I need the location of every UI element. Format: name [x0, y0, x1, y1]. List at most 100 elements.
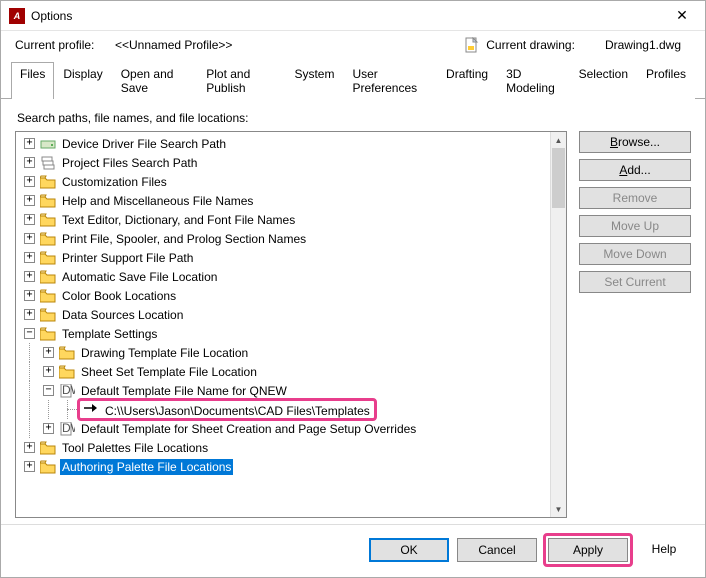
- expand-icon[interactable]: +: [24, 195, 35, 206]
- drawing-icon: [464, 37, 480, 53]
- move-up-button[interactable]: Move Up: [579, 215, 691, 237]
- tab-profiles[interactable]: Profiles: [637, 62, 695, 99]
- folder-icon: [40, 232, 56, 246]
- tree-row[interactable]: + Device Driver File Search Path: [20, 134, 550, 153]
- tab-selection[interactable]: Selection: [570, 62, 637, 99]
- remove-button[interactable]: Remove: [579, 187, 691, 209]
- scroll-thumb[interactable]: [552, 148, 565, 208]
- tree-row[interactable]: + Customization Files: [20, 172, 550, 191]
- expand-icon[interactable]: +: [24, 252, 35, 263]
- collapse-icon[interactable]: −: [43, 385, 54, 396]
- tree-view[interactable]: + Device Driver File Search Path + Project …: [15, 131, 567, 518]
- expand-icon[interactable]: +: [24, 138, 35, 149]
- scroll-down-icon[interactable]: ▼: [551, 501, 566, 517]
- tab-strip: FilesDisplayOpen and SavePlot and Publis…: [1, 61, 705, 99]
- expand-icon[interactable]: +: [24, 271, 35, 282]
- tab-plot-and-publish[interactable]: Plot and Publish: [197, 62, 285, 99]
- tree-row[interactable]: + Sheet Set Template File Location: [20, 362, 550, 381]
- folder-open-icon: [40, 270, 56, 284]
- tree-row[interactable]: − Template Settings: [20, 324, 550, 343]
- tab-user-preferences[interactable]: User Preferences: [343, 62, 437, 99]
- tree-node-label[interactable]: Drawing Template File Location: [79, 345, 250, 361]
- dwg-icon: DWG: [59, 384, 75, 398]
- folder-icon: [40, 251, 56, 265]
- profile-row: Current profile: <<Unnamed Profile>> Cur…: [1, 31, 705, 59]
- cancel-button[interactable]: Cancel: [457, 538, 537, 562]
- tree-node-label[interactable]: Tool Palettes File Locations: [60, 440, 210, 456]
- browse-button[interactable]: Browse...: [579, 131, 691, 153]
- expand-icon[interactable]: +: [24, 214, 35, 225]
- tree-row[interactable]: + Tool Palettes File Locations: [20, 438, 550, 457]
- add-button[interactable]: Add...: [579, 159, 691, 181]
- tab-drafting[interactable]: Drafting: [437, 62, 497, 99]
- move-down-button[interactable]: Move Down: [579, 243, 691, 265]
- set-current-button[interactable]: Set Current: [579, 271, 691, 293]
- app-icon: A: [9, 8, 25, 24]
- folder-open-icon: [40, 441, 56, 455]
- folder-open-icon: [40, 460, 56, 474]
- tree-node-label[interactable]: C:\\Users\Jason\Documents\CAD Files\Temp…: [103, 403, 372, 419]
- tree-row[interactable]: + Drawing Template File Location: [20, 343, 550, 362]
- tree-row[interactable]: + Project Files Search Path: [20, 153, 550, 172]
- close-icon[interactable]: ✕: [667, 7, 697, 24]
- drive-icon: [40, 137, 56, 151]
- tree-node-label[interactable]: Automatic Save File Location: [60, 269, 219, 285]
- tree-node-label[interactable]: Customization Files: [60, 174, 169, 190]
- tree-node-label[interactable]: Default Template for Sheet Creation and …: [79, 421, 418, 437]
- expand-icon[interactable]: +: [24, 309, 35, 320]
- tree-node-label[interactable]: Help and Miscellaneous File Names: [60, 193, 255, 209]
- svg-text:DWG: DWG: [62, 422, 75, 435]
- help-button[interactable]: Help: [639, 538, 689, 562]
- tree-row[interactable]: + Data Sources Location: [20, 305, 550, 324]
- options-dialog: A Options ✕ Current profile: <<Unnamed P…: [0, 0, 706, 578]
- tree-row[interactable]: + Authoring Palette File Locations: [20, 457, 550, 476]
- tree-row[interactable]: + Help and Miscellaneous File Names: [20, 191, 550, 210]
- tree-row[interactable]: + DWG Default Template for Sheet Creation …: [20, 419, 550, 438]
- tab-files[interactable]: Files: [11, 62, 54, 99]
- tree-node-label[interactable]: Default Template File Name for QNEW: [79, 383, 289, 399]
- tree-node-label[interactable]: Device Driver File Search Path: [60, 136, 228, 152]
- expand-icon[interactable]: +: [24, 461, 35, 472]
- tree-node-label[interactable]: Sheet Set Template File Location: [79, 364, 259, 380]
- collapse-icon[interactable]: −: [24, 328, 35, 339]
- tree-node-label[interactable]: Authoring Palette File Locations: [60, 459, 233, 475]
- ok-button[interactable]: OK: [369, 538, 449, 562]
- scroll-up-icon[interactable]: ▲: [551, 132, 566, 148]
- current-drawing-value: Drawing1.dwg: [605, 38, 681, 52]
- tab-open-and-save[interactable]: Open and Save: [112, 62, 198, 99]
- tab-display[interactable]: Display: [54, 62, 111, 99]
- apply-button[interactable]: Apply: [548, 538, 628, 562]
- stack-icon: [40, 156, 56, 170]
- tree-row[interactable]: + Color Book Locations: [20, 286, 550, 305]
- tree-node-label[interactable]: Color Book Locations: [60, 288, 178, 304]
- tab-system[interactable]: System: [285, 62, 343, 99]
- dialog-footer: OK Cancel Apply Help: [1, 524, 705, 577]
- tree-node-label[interactable]: Data Sources Location: [60, 307, 185, 323]
- tab-3d-modeling[interactable]: 3D Modeling: [497, 62, 570, 99]
- tree-node-label[interactable]: Printer Support File Path: [60, 250, 195, 266]
- expand-icon[interactable]: +: [43, 423, 54, 434]
- tree-node-label[interactable]: Template Settings: [60, 326, 159, 342]
- tree-row[interactable]: + Printer Support File Path: [20, 248, 550, 267]
- tree-row[interactable]: C:\\Users\Jason\Documents\CAD Files\Temp…: [20, 400, 550, 419]
- tree-node-label[interactable]: Project Files Search Path: [60, 155, 199, 171]
- tree-node-label[interactable]: Print File, Spooler, and Prolog Section …: [60, 231, 308, 247]
- tree-row[interactable]: + Print File, Spooler, and Prolog Section…: [20, 229, 550, 248]
- folder-icon: [40, 175, 56, 189]
- tree-node-label[interactable]: Text Editor, Dictionary, and Font File N…: [60, 212, 297, 228]
- tree-row[interactable]: + Text Editor, Dictionary, and Font File …: [20, 210, 550, 229]
- expand-icon[interactable]: +: [24, 157, 35, 168]
- tree-row[interactable]: + Automatic Save File Location: [20, 267, 550, 286]
- expand-icon[interactable]: +: [43, 366, 54, 377]
- tree-scrollbar[interactable]: ▲ ▼: [550, 132, 566, 517]
- expand-icon[interactable]: +: [24, 176, 35, 187]
- window-title: Options: [31, 9, 667, 23]
- current-drawing-label: Current drawing:: [486, 38, 575, 52]
- expand-icon[interactable]: +: [24, 233, 35, 244]
- current-profile-value: <<Unnamed Profile>>: [115, 38, 232, 52]
- expand-icon[interactable]: +: [24, 442, 35, 453]
- expand-icon[interactable]: +: [43, 347, 54, 358]
- expand-icon[interactable]: +: [24, 290, 35, 301]
- folder-icon: [40, 213, 56, 227]
- titlebar: A Options ✕: [1, 1, 705, 31]
